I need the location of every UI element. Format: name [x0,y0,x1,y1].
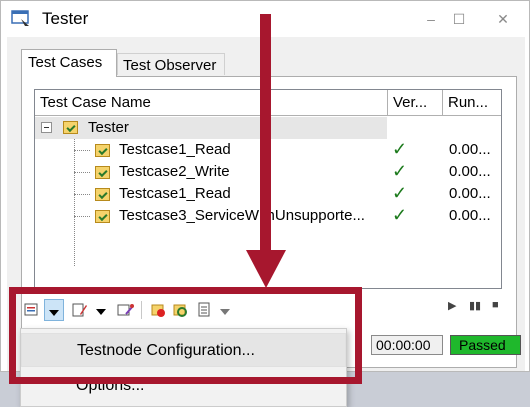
testcase-icon [95,144,110,157]
testcase-name: Testcase2_Write [119,163,230,180]
pause-icon[interactable]: ▮▮ [469,299,481,312]
elapsed-time: 00:00:00 [371,335,443,355]
column-header-name[interactable]: Test Case Name [35,90,388,116]
column-header-runtime[interactable]: Run... [443,90,501,116]
tab-test-observer[interactable]: Test Observer [117,53,225,75]
tab-test-cases[interactable]: Test Cases [21,49,117,77]
verdict-check-icon: ✓ [392,205,408,225]
annotation-highlight-box [9,287,362,384]
testcase-name: Testcase1_Read [119,141,231,158]
testcase-name: Testcase3_ServiceWithUnsupporte... [119,207,365,224]
play-icon[interactable]: ▶ [448,299,456,312]
runtime-value: 0.00... [449,185,491,202]
runtime-value: 0.00... [449,141,491,158]
tree-root-label: Tester [88,119,129,136]
verdict-check-icon: ✓ [392,139,408,159]
maximize-button[interactable]: ☐ [444,7,474,31]
test-unit-icon [63,121,78,134]
verdict-check-icon: ✓ [392,161,408,181]
testcase-icon [95,166,110,179]
runtime-value: 0.00... [449,163,491,180]
annotation-arrow-icon [246,250,286,288]
window-title: Tester [42,9,89,28]
stop-media-icon[interactable]: ■ [492,299,499,311]
collapse-icon[interactable] [41,122,52,133]
annotation-arrow-shaft [260,14,271,252]
status-badge: Passed [450,335,521,355]
testcase-icon [95,188,110,201]
close-button[interactable]: ✕ [488,7,518,31]
minimize-button[interactable]: – [416,7,446,31]
column-header-verdict[interactable]: Ver... [388,90,443,116]
testcase-icon [95,210,110,223]
app-icon [11,10,29,26]
runtime-value: 0.00... [449,207,491,224]
tree-root-row[interactable]: Tester [35,117,387,139]
verdict-check-icon: ✓ [392,183,408,203]
testcase-name: Testcase1_Read [119,185,231,202]
